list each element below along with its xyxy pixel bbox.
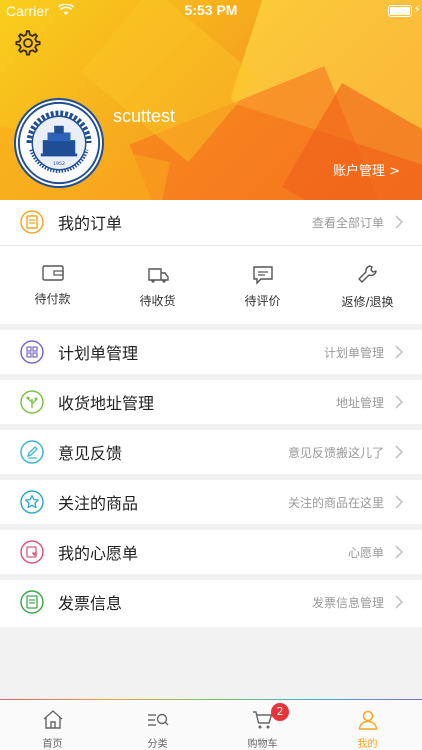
charging-icon: ⚡ xyxy=(413,3,421,16)
menu-label: 收货地址管理 xyxy=(58,394,155,413)
chevron-right-icon xyxy=(395,545,404,559)
wallet-icon xyxy=(41,265,64,281)
pending-payment-label: 待付款 xyxy=(34,292,71,306)
tab-bar: 首页 分类 2 购物车 我的 xyxy=(0,700,422,750)
order-pending-payment[interactable]: 待付款 xyxy=(0,246,105,326)
menu-label: 我的心愿单 xyxy=(58,544,139,563)
profile-header: Carrier 5:53 PM ⚡ 1952 scuttest 账户管理 > xyxy=(0,0,422,200)
chevron-right-icon xyxy=(395,395,404,409)
my-orders-label: 我的订单 xyxy=(58,214,123,233)
plan-management-row[interactable]: 计划单管理 计划单管理 xyxy=(0,330,422,374)
username: scuttest xyxy=(113,106,176,126)
battery-icon xyxy=(388,5,412,17)
menu-hint: 关注的商品在这里 xyxy=(287,495,384,510)
wishlist-row[interactable]: 我的心愿单 心愿单 xyxy=(0,530,422,574)
cart-badge: 2 xyxy=(271,703,289,721)
category-search-icon xyxy=(147,713,168,726)
svg-text:1952: 1952 xyxy=(53,161,65,167)
order-pending-review[interactable]: 待评价 xyxy=(210,246,315,326)
feedback-row[interactable]: 意见反馈 意见反馈搬这儿了 xyxy=(0,430,422,474)
home-icon xyxy=(43,710,62,729)
tree-icon xyxy=(20,390,44,414)
settings-gear-icon[interactable] xyxy=(12,28,42,58)
status-bar: Carrier 5:53 PM ⚡ xyxy=(0,0,422,22)
view-all-orders-link[interactable]: 查看全部订单 xyxy=(312,214,384,231)
address-management-row[interactable]: 收货地址管理 地址管理 xyxy=(0,380,422,424)
menu-hint: 计划单管理 xyxy=(323,345,384,360)
wrench-icon xyxy=(357,265,377,283)
orders-list-icon xyxy=(20,210,44,234)
tab-mine[interactable]: 我的 xyxy=(315,700,420,750)
tab-category[interactable]: 分类 xyxy=(105,700,210,750)
my-orders-row[interactable]: 我的订单 查看全部订单 xyxy=(0,200,422,244)
menu-label: 发票信息 xyxy=(58,594,123,613)
pending-review-label: 待评价 xyxy=(244,294,281,308)
menu-hint: 地址管理 xyxy=(335,395,384,410)
tab-cart[interactable]: 2 购物车 xyxy=(210,700,315,750)
tab-label: 我的 xyxy=(357,739,378,750)
account-management-link[interactable]: 账户管理 > xyxy=(333,160,400,179)
wishlist-icon xyxy=(20,540,44,564)
pencil-icon xyxy=(20,440,44,464)
grid-icon xyxy=(20,340,44,364)
tab-label: 首页 xyxy=(42,739,63,750)
invoice-info-row[interactable]: 发票信息 发票信息管理 xyxy=(0,580,422,624)
menu-hint: 发票信息管理 xyxy=(311,595,384,610)
returns-label: 返修/退换 xyxy=(341,295,394,309)
chevron-right-icon xyxy=(395,445,404,459)
menu-list: 计划单管理 计划单管理 收货地址管理 地址管理 意见反馈 意见反馈搬这儿了 关注… xyxy=(0,330,422,627)
invoice-icon xyxy=(20,590,44,614)
star-icon xyxy=(20,490,44,514)
tab-label: 购物车 xyxy=(247,739,278,750)
order-returns[interactable]: 返修/退换 xyxy=(315,246,420,326)
tab-home[interactable]: 首页 xyxy=(0,700,105,750)
menu-hint: 心愿单 xyxy=(347,545,384,560)
followed-products-row[interactable]: 关注的商品 关注的商品在这里 xyxy=(0,480,422,524)
university-logo: 1952 xyxy=(14,98,104,188)
tab-label: 分类 xyxy=(147,739,168,750)
person-icon xyxy=(358,710,377,730)
chevron-right-icon xyxy=(395,345,404,359)
chevron-right-icon xyxy=(395,495,404,509)
chevron-right-icon xyxy=(395,595,404,609)
clock: 5:53 PM xyxy=(184,2,238,18)
comment-icon xyxy=(252,266,273,285)
pending-receipt-label: 待收货 xyxy=(139,294,176,308)
menu-label: 关注的商品 xyxy=(58,494,139,513)
chevron-right-icon xyxy=(395,215,404,229)
menu-label: 意见反馈 xyxy=(58,444,123,463)
menu-hint: 意见反馈搬这儿了 xyxy=(287,445,384,460)
orders-card: 我的订单 查看全部订单 待付款 待收货 待评价 返修/退换 xyxy=(0,200,422,324)
truck-icon xyxy=(147,268,169,283)
order-pending-receipt[interactable]: 待收货 xyxy=(105,246,210,326)
menu-label: 计划单管理 xyxy=(58,344,139,363)
